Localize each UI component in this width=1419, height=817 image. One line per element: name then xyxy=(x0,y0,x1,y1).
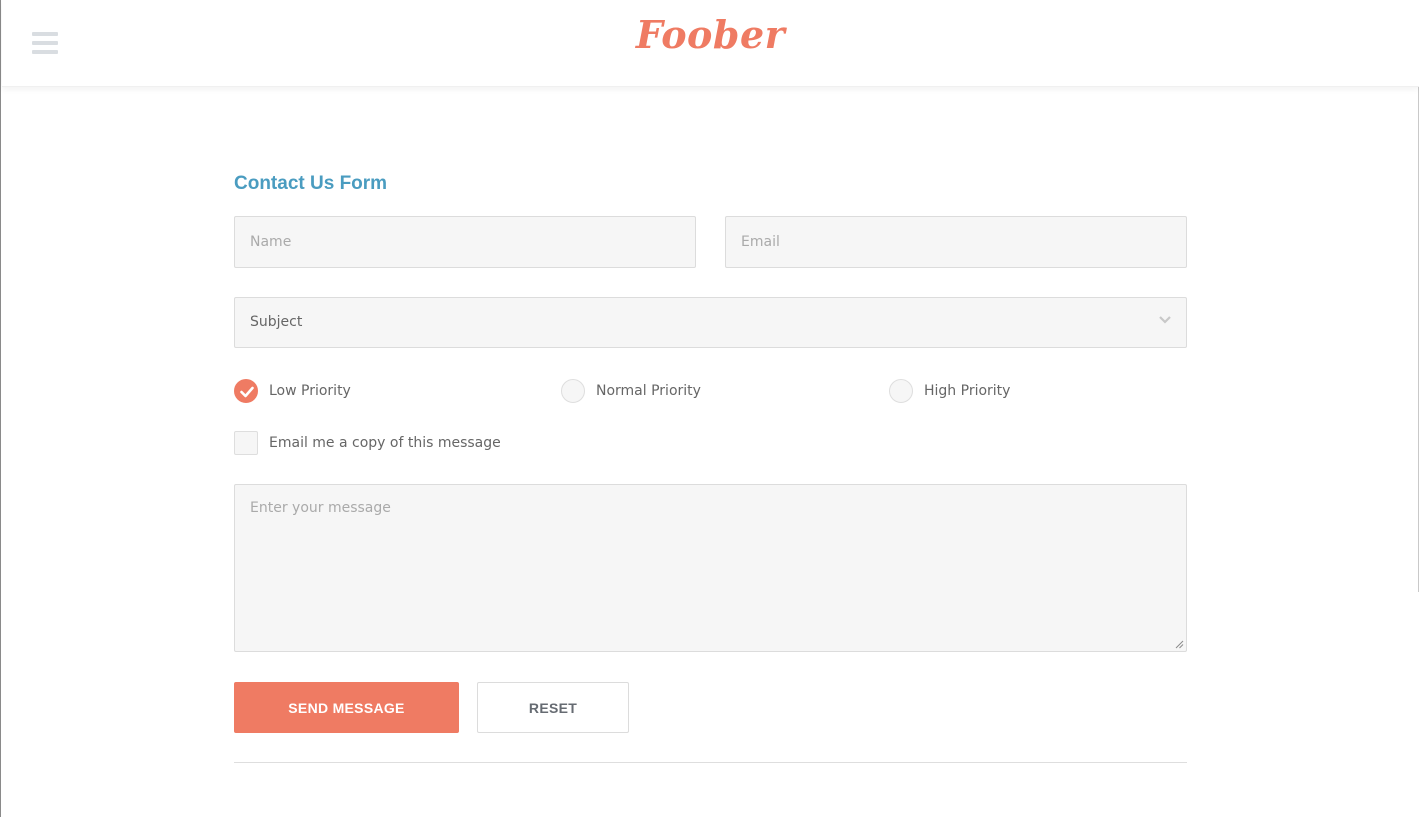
reset-button[interactable]: RESET xyxy=(477,682,629,733)
subject-select-value: Subject xyxy=(250,314,303,330)
radio-high-priority[interactable]: High Priority xyxy=(889,378,1010,404)
radio-label: Low Priority xyxy=(269,383,351,399)
email-field xyxy=(725,216,1187,268)
priority-radio-group: Low Priority Normal Priority High Priori… xyxy=(234,378,1187,404)
chevron-down-icon xyxy=(1159,316,1171,324)
send-message-button[interactable]: SEND MESSAGE xyxy=(234,682,459,733)
radio-unchecked-icon xyxy=(561,379,585,403)
page: Foober Contact Us Form Subject Low Prior… xyxy=(0,0,1419,817)
radio-checked-icon xyxy=(234,379,258,403)
checkbox-box xyxy=(234,431,258,455)
subject-select[interactable]: Subject xyxy=(234,297,1187,348)
email-input[interactable] xyxy=(726,217,1186,267)
radio-low-priority[interactable]: Low Priority xyxy=(234,378,351,404)
radio-normal-priority[interactable]: Normal Priority xyxy=(561,378,701,404)
email-copy-checkbox[interactable]: Email me a copy of this message xyxy=(234,431,501,455)
radio-label: High Priority xyxy=(924,383,1011,399)
divider xyxy=(234,762,1187,763)
name-input[interactable] xyxy=(235,217,695,267)
brand-logo[interactable]: Foober xyxy=(2,12,1419,57)
resize-handle-icon[interactable] xyxy=(1175,640,1184,649)
message-field xyxy=(234,484,1187,652)
name-field xyxy=(234,216,696,268)
top-header: Foober xyxy=(2,0,1419,87)
form-title: Contact Us Form xyxy=(234,173,388,194)
radio-unchecked-icon xyxy=(889,379,913,403)
radio-label: Normal Priority xyxy=(596,383,701,399)
message-textarea[interactable] xyxy=(235,485,1186,651)
checkbox-label: Email me a copy of this message xyxy=(269,435,501,451)
